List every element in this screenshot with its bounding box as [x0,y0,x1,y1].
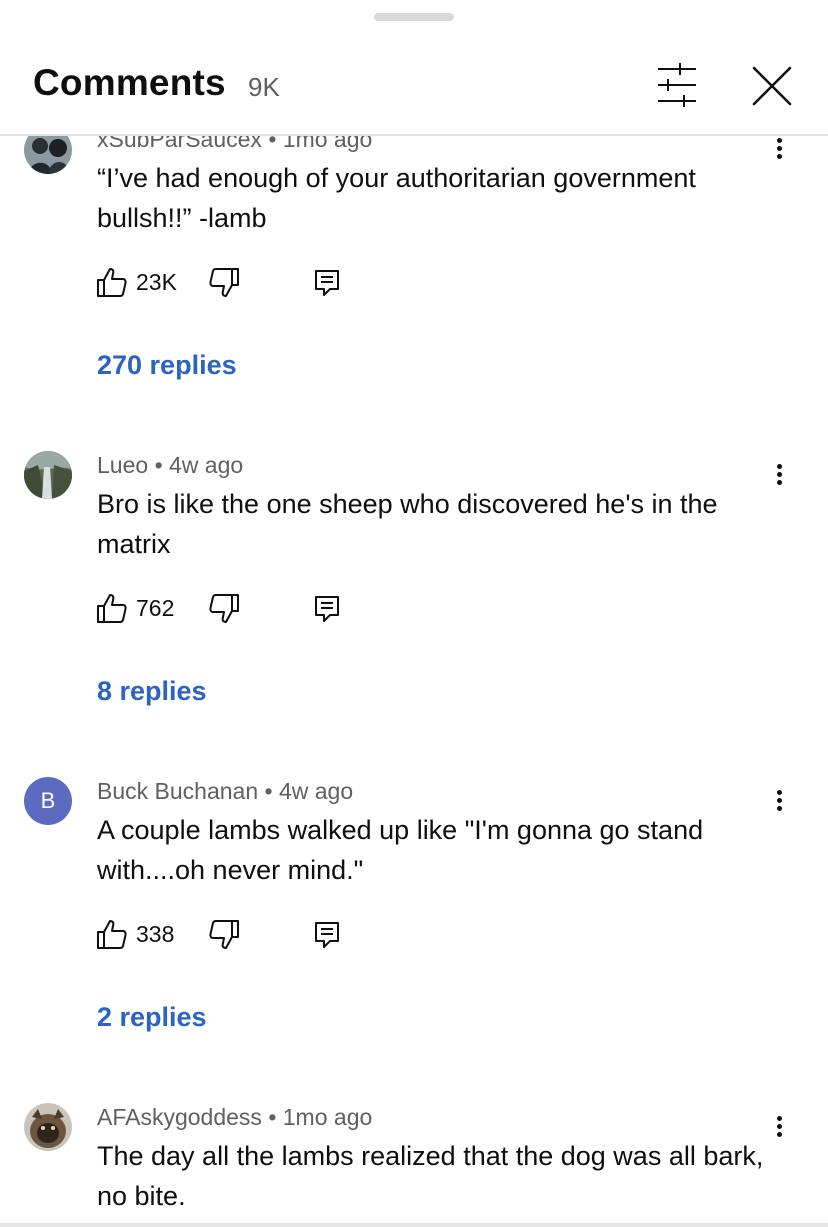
meta-separator: • [268,1104,283,1130]
comment-menu-button[interactable] [768,454,792,494]
like-count: 762 [136,594,175,621]
dot [777,806,782,811]
bottom-divider [0,1223,828,1227]
close-icon [752,66,792,106]
comment-actions: 762 [96,591,356,625]
meta-separator: • [264,778,279,804]
dislike-button[interactable] [208,919,240,951]
like-count: 338 [136,920,175,947]
thumbs-down-icon [209,268,239,297]
thumbs-down-icon [209,594,239,623]
thumbs-up-icon [97,268,127,297]
dot [777,480,782,485]
sliders-icon [658,63,696,107]
avatar-letter: B [40,788,56,813]
comment-actions: 338 [96,917,356,951]
filter-button[interactable] [650,60,704,110]
dot [777,464,782,469]
sheet-title: Comments [33,62,226,103]
reply-button[interactable] [312,267,342,299]
dot [777,790,782,795]
comment-meta: Lueo • 4w ago [97,452,243,479]
thumbs-up-icon [97,594,127,623]
dot [777,1132,782,1137]
dislike-button[interactable] [208,267,240,299]
reply-icon [315,922,339,948]
reply-button[interactable] [312,919,342,951]
comments-header: Comments 9K [0,40,828,136]
dot [777,472,782,477]
close-button[interactable] [744,58,800,114]
comment-text: “I’ve had enough of your authoritarian g… [97,163,696,233]
comment-meta: Buck Buchanan • 4w ago [97,778,353,805]
comment-time: 4w ago [278,778,354,804]
comment-meta: AFAskygoddess • 1mo ago [97,1104,372,1131]
comments-list[interactable]: xSubParSaucex • 1mo ago “I’ve had enough… [0,0,828,1227]
reply-icon [315,596,339,622]
dot [777,1124,782,1129]
avatar-image [24,1103,72,1151]
avatar[interactable] [24,451,72,499]
view-replies-link[interactable]: 270 replies [97,350,237,381]
comment-text: A couple lambs walked up like "I'm gonna… [97,815,704,885]
like-count: 23K [136,268,177,295]
like-button[interactable]: 23K [96,265,177,299]
meta-separator: • [154,452,170,478]
like-button[interactable]: 762 [96,591,174,625]
reply-icon [315,270,339,296]
dot [777,1116,782,1121]
comment-author[interactable]: Lueo [97,452,148,478]
view-replies-link[interactable]: 8 replies [97,676,207,707]
reply-button[interactable] [312,593,342,625]
comment-text: Bro is like the one sheep who discovered… [97,489,718,559]
view-replies-link[interactable]: 2 replies [97,1002,207,1033]
comment-author[interactable]: Buck Buchanan [97,778,258,804]
comments-sheet: xSubParSaucex • 1mo ago “I’ve had enough… [0,0,828,1227]
comment-menu-button[interactable] [768,1106,792,1146]
comment-actions: 23K [96,265,356,299]
comment-time: 4w ago [169,452,244,478]
dot [777,154,782,159]
comment-count: 9K [248,72,280,102]
comment-menu-button[interactable] [768,780,792,820]
avatar[interactable] [24,1103,72,1151]
thumbs-up-icon [97,920,127,949]
drag-handle[interactable] [374,13,454,21]
avatar-image [24,451,72,499]
comment-text: The day all the lambs realized that the … [97,1141,764,1211]
dot [777,798,782,803]
like-button[interactable]: 338 [96,917,174,951]
avatar[interactable]: B [24,777,72,825]
dot [777,138,782,143]
comment-time: 1mo ago [282,1104,373,1130]
comment-author[interactable]: AFAskygoddess [97,1104,262,1130]
dislike-button[interactable] [208,593,240,625]
thumbs-down-icon [209,920,239,949]
dot [777,146,782,151]
